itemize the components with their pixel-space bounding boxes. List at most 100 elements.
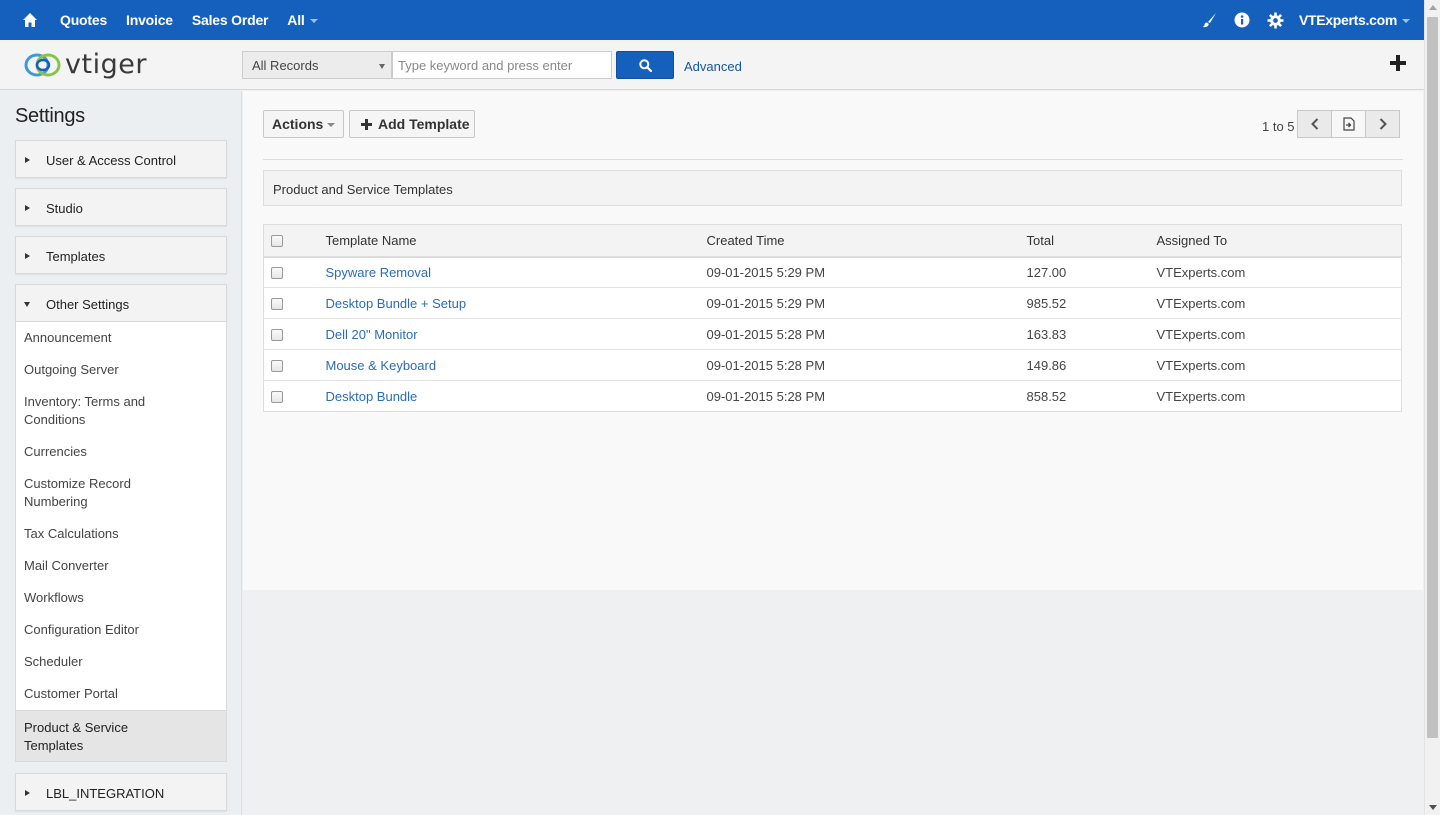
user-menu[interactable]: VTExperts.com — [1299, 12, 1410, 28]
search-input[interactable] — [392, 51, 612, 79]
nav-sales-order[interactable]: Sales Order — [192, 12, 269, 28]
search-button[interactable] — [616, 51, 674, 79]
plus-icon — [361, 118, 372, 130]
row-select-cell — [263, 318, 326, 350]
template-name-cell: Mouse & Keyboard — [325, 349, 707, 381]
vtiger-logo[interactable]: vtiger — [23, 49, 147, 80]
created-time-cell: 09-01-2015 5:29 PM — [706, 256, 1027, 288]
sidebar-item-workflows[interactable]: Workflows — [24, 589, 194, 607]
table-row[interactable]: Desktop Bundle 09-01-2015 5:28 PM 858.52… — [263, 380, 1402, 412]
plus-icon — [1390, 55, 1406, 71]
dropdown-arrow-icon — [379, 64, 385, 69]
chevron-down-icon — [327, 123, 335, 127]
scroll-down-icon[interactable] — [1429, 805, 1437, 810]
column-created-time[interactable]: Created Time — [706, 224, 1027, 258]
sidebar-item-tax-calculations[interactable]: Tax Calculations — [24, 525, 194, 543]
caret-right-icon — [25, 157, 30, 163]
sidebar-item-scheduler[interactable]: Scheduler — [24, 653, 194, 671]
scroll-up-icon[interactable] — [1429, 5, 1437, 10]
row-select-cell — [263, 287, 326, 319]
sidebar-item-mail-converter[interactable]: Mail Converter — [24, 557, 194, 575]
sidebar-block-label: Templates — [46, 249, 106, 264]
quick-create-button[interactable] — [1389, 54, 1407, 75]
template-name-cell: Desktop Bundle — [325, 380, 707, 412]
advanced-search-link[interactable]: Advanced — [684, 59, 742, 74]
row-checkbox[interactable] — [271, 298, 283, 311]
home-icon — [23, 13, 37, 27]
sidebar-block-label: Other Settings — [46, 297, 130, 312]
template-name-link[interactable]: Dell 20" Monitor — [326, 327, 418, 342]
row-checkbox[interactable] — [271, 360, 283, 373]
actions-button[interactable]: Actions — [263, 110, 344, 138]
pagination-range: 1 to 5 — [1262, 119, 1295, 134]
assigned-to-cell: VTExperts.com — [1156, 287, 1402, 319]
nav-all-label: All — [287, 12, 305, 28]
page-jump-button[interactable] — [1331, 110, 1366, 138]
sidebar-item-record-numbering[interactable]: Customize Record Numbering — [24, 475, 144, 511]
assigned-to-cell: VTExperts.com — [1156, 349, 1402, 381]
info-icon — [1234, 12, 1250, 28]
sidebar-item-outgoing-server[interactable]: Outgoing Server — [24, 361, 194, 379]
sidebar-item-customer-portal[interactable]: Customer Portal — [24, 685, 194, 703]
sidebar-item-config-editor[interactable]: Configuration Editor — [24, 621, 194, 639]
assigned-to-cell: VTExperts.com — [1156, 318, 1402, 350]
row-select-cell — [263, 380, 326, 412]
column-assigned-to[interactable]: Assigned To — [1156, 224, 1402, 258]
template-name-link[interactable]: Desktop Bundle — [326, 389, 418, 404]
previous-page-button[interactable] — [1297, 110, 1332, 138]
sidebar-item-product-service-templates[interactable]: Product & Service Templates — [15, 710, 227, 762]
sidebar-active-label: Product & Service Templates — [24, 720, 129, 753]
home-button[interactable] — [0, 0, 60, 40]
sidebar-item-announcement[interactable]: Announcement — [24, 329, 194, 347]
created-time-cell: 09-01-2015 5:28 PM — [706, 318, 1027, 350]
add-template-button[interactable]: Add Template — [349, 110, 475, 138]
column-total[interactable]: Total — [1026, 224, 1157, 258]
row-checkbox[interactable] — [271, 329, 283, 342]
template-name-link[interactable]: Mouse & Keyboard — [326, 358, 437, 373]
total-cell: 985.52 — [1026, 287, 1157, 319]
sidebar-block-label: LBL_INTEGRATION — [46, 786, 165, 801]
pagination-controls — [1297, 110, 1400, 138]
page-scrollbar[interactable] — [1424, 0, 1440, 815]
chevron-right-icon — [1379, 118, 1387, 130]
row-select-cell — [263, 349, 326, 381]
gear-icon — [1267, 12, 1284, 28]
sidebar-block-other-settings[interactable]: Other Settings — [15, 284, 227, 322]
sidebar-block-user-access[interactable]: User & Access Control — [15, 140, 227, 178]
row-checkbox[interactable] — [271, 267, 283, 280]
row-select-cell — [263, 256, 326, 288]
sidebar-title: Settings — [15, 105, 85, 127]
template-name-link[interactable]: Spyware Removal — [326, 265, 432, 280]
sidebar-block-integration[interactable]: LBL_INTEGRATION — [15, 773, 227, 811]
settings-button[interactable] — [1259, 0, 1292, 40]
template-name-link[interactable]: Desktop Bundle + Setup — [326, 296, 467, 311]
created-time-cell: 09-01-2015 5:28 PM — [706, 380, 1027, 412]
search-scope-select[interactable]: All Records — [242, 51, 392, 79]
theme-button[interactable] — [1193, 0, 1226, 40]
table-row[interactable]: Spyware Removal 09-01-2015 5:29 PM 127.0… — [263, 256, 1402, 288]
info-button[interactable] — [1226, 0, 1259, 40]
sidebar-block-studio[interactable]: Studio — [15, 188, 227, 226]
nav-quotes[interactable]: Quotes — [60, 12, 107, 28]
row-checkbox[interactable] — [271, 391, 283, 404]
table-row[interactable]: Mouse & Keyboard 09-01-2015 5:28 PM 149.… — [263, 349, 1402, 381]
page-jump-icon — [1342, 117, 1355, 131]
next-page-button[interactable] — [1365, 110, 1400, 138]
scrollbar-thumb[interactable] — [1427, 17, 1438, 738]
sidebar-block-templates[interactable]: Templates — [15, 236, 227, 274]
sidebar-item-terms-conditions[interactable]: Inventory: Terms and Conditions — [24, 393, 154, 429]
assigned-to-cell: VTExperts.com — [1156, 256, 1402, 288]
nav-all-menu[interactable]: All — [287, 12, 318, 28]
table-row[interactable]: Dell 20" Monitor 09-01-2015 5:28 PM 163.… — [263, 318, 1402, 350]
header-bar: vtiger All Records Advanced — [0, 40, 1424, 90]
template-name-cell: Desktop Bundle + Setup — [325, 287, 707, 319]
table-row[interactable]: Desktop Bundle + Setup 09-01-2015 5:29 P… — [263, 287, 1402, 319]
column-template-name[interactable]: Template Name — [325, 224, 707, 258]
nav-invoice[interactable]: Invoice — [126, 12, 173, 28]
logo-text: vtiger — [65, 49, 147, 80]
total-cell: 163.83 — [1026, 318, 1157, 350]
created-time-cell: 09-01-2015 5:29 PM — [706, 287, 1027, 319]
select-all-checkbox[interactable] — [271, 235, 283, 248]
template-name-cell: Dell 20" Monitor — [325, 318, 707, 350]
sidebar-item-currencies[interactable]: Currencies — [24, 443, 194, 461]
